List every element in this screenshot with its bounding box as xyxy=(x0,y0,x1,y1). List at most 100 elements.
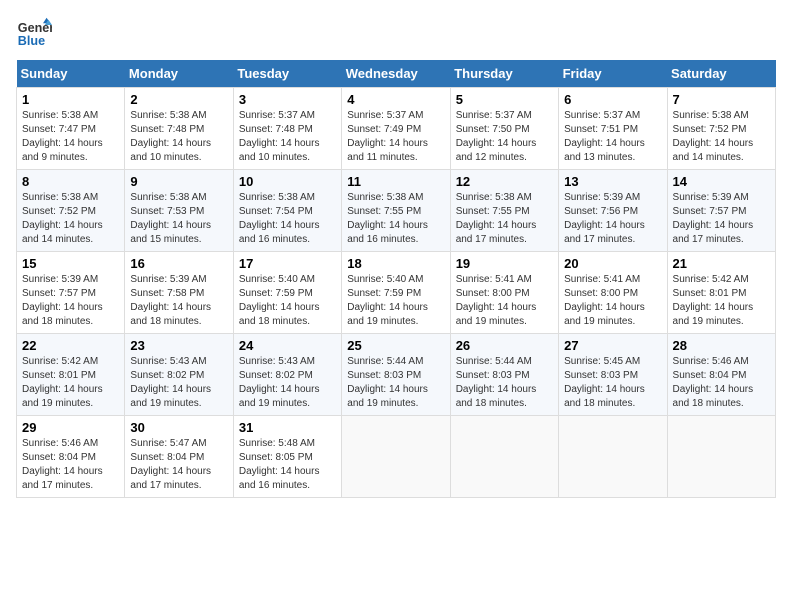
calendar-table: SundayMondayTuesdayWednesdayThursdayFrid… xyxy=(16,60,776,498)
calendar-cell xyxy=(667,416,775,498)
day-number: 2 xyxy=(130,92,227,107)
day-number: 18 xyxy=(347,256,444,271)
logo: General Blue xyxy=(16,16,52,52)
day-info: Sunrise: 5:39 AM Sunset: 7:56 PM Dayligh… xyxy=(564,191,661,247)
day-info: Sunrise: 5:41 AM Sunset: 8:00 PM Dayligh… xyxy=(564,273,661,329)
weekday-header: Thursday xyxy=(450,60,558,88)
day-info: Sunrise: 5:42 AM Sunset: 8:01 PM Dayligh… xyxy=(22,355,119,411)
day-info: Sunrise: 5:40 AM Sunset: 7:59 PM Dayligh… xyxy=(239,273,336,329)
day-number: 28 xyxy=(673,338,770,353)
calendar-cell: 20 Sunrise: 5:41 AM Sunset: 8:00 PM Dayli… xyxy=(559,252,667,334)
day-info: Sunrise: 5:46 AM Sunset: 8:04 PM Dayligh… xyxy=(22,437,119,493)
calendar-cell: 25Sunrise: 5:44 AM Sunset: 8:03 PM Dayli… xyxy=(342,334,450,416)
calendar-cell: 5 Sunrise: 5:37 AM Sunset: 7:50 PM Daylig… xyxy=(450,88,558,170)
day-info: Sunrise: 5:38 AM Sunset: 7:55 PM Dayligh… xyxy=(456,191,553,247)
day-number: 16 xyxy=(130,256,227,271)
day-number: 23 xyxy=(130,338,227,353)
weekday-header-row: SundayMondayTuesdayWednesdayThursdayFrid… xyxy=(17,60,776,88)
calendar-week-row: 1 Sunrise: 5:38 AM Sunset: 7:47 PM Daylig… xyxy=(17,88,776,170)
day-number: 25 xyxy=(347,338,444,353)
calendar-cell xyxy=(559,416,667,498)
weekday-header: Tuesday xyxy=(233,60,341,88)
day-number: 12 xyxy=(456,174,553,189)
day-number: 27 xyxy=(564,338,661,353)
day-number: 31 xyxy=(239,420,336,435)
day-number: 17 xyxy=(239,256,336,271)
day-number: 6 xyxy=(564,92,661,107)
day-info: Sunrise: 5:37 AM Sunset: 7:50 PM Dayligh… xyxy=(456,109,553,165)
calendar-cell: 31 Sunrise: 5:48 AM Sunset: 8:05 PM Dayli… xyxy=(233,416,341,498)
day-info: Sunrise: 5:42 AM Sunset: 8:01 PM Dayligh… xyxy=(673,273,770,329)
day-number: 3 xyxy=(239,92,336,107)
calendar-cell: 1 Sunrise: 5:38 AM Sunset: 7:47 PM Daylig… xyxy=(17,88,125,170)
logo-icon: General Blue xyxy=(16,16,52,52)
day-info: Sunrise: 5:44 AM Sunset: 8:03 PM Dayligh… xyxy=(456,355,553,411)
calendar-cell xyxy=(450,416,558,498)
calendar-cell: 11 Sunrise: 5:38 AM Sunset: 7:55 PM Dayli… xyxy=(342,170,450,252)
day-number: 13 xyxy=(564,174,661,189)
calendar-week-row: 22Sunrise: 5:42 AM Sunset: 8:01 PM Dayli… xyxy=(17,334,776,416)
weekday-header: Saturday xyxy=(667,60,775,88)
day-info: Sunrise: 5:46 AM Sunset: 8:04 PM Dayligh… xyxy=(673,355,770,411)
calendar-cell: 23 Sunrise: 5:43 AM Sunset: 8:02 PM Dayli… xyxy=(125,334,233,416)
day-info: Sunrise: 5:40 AM Sunset: 7:59 PM Dayligh… xyxy=(347,273,444,329)
calendar-week-row: 15 Sunrise: 5:39 AM Sunset: 7:57 PM Dayli… xyxy=(17,252,776,334)
day-number: 20 xyxy=(564,256,661,271)
calendar-cell: 29 Sunrise: 5:46 AM Sunset: 8:04 PM Dayli… xyxy=(17,416,125,498)
day-number: 9 xyxy=(130,174,227,189)
calendar-cell: 8 Sunrise: 5:38 AM Sunset: 7:52 PM Daylig… xyxy=(17,170,125,252)
calendar-cell: 2Sunrise: 5:38 AM Sunset: 7:48 PM Daylig… xyxy=(125,88,233,170)
day-number: 7 xyxy=(673,92,770,107)
day-number: 15 xyxy=(22,256,119,271)
calendar-cell: 15 Sunrise: 5:39 AM Sunset: 7:57 PM Dayli… xyxy=(17,252,125,334)
calendar-cell: 3Sunrise: 5:37 AM Sunset: 7:48 PM Daylig… xyxy=(233,88,341,170)
calendar-cell: 6 Sunrise: 5:37 AM Sunset: 7:51 PM Daylig… xyxy=(559,88,667,170)
day-info: Sunrise: 5:39 AM Sunset: 7:58 PM Dayligh… xyxy=(130,273,227,329)
weekday-header: Sunday xyxy=(17,60,125,88)
calendar-cell: 19 Sunrise: 5:41 AM Sunset: 8:00 PM Dayli… xyxy=(450,252,558,334)
calendar-cell: 18 Sunrise: 5:40 AM Sunset: 7:59 PM Dayli… xyxy=(342,252,450,334)
day-number: 10 xyxy=(239,174,336,189)
calendar-week-row: 29 Sunrise: 5:46 AM Sunset: 8:04 PM Dayli… xyxy=(17,416,776,498)
day-info: Sunrise: 5:38 AM Sunset: 7:53 PM Dayligh… xyxy=(130,191,227,247)
calendar-cell: 9 Sunrise: 5:38 AM Sunset: 7:53 PM Daylig… xyxy=(125,170,233,252)
day-info: Sunrise: 5:38 AM Sunset: 7:52 PM Dayligh… xyxy=(673,109,770,165)
calendar-cell: 12 Sunrise: 5:38 AM Sunset: 7:55 PM Dayli… xyxy=(450,170,558,252)
day-info: Sunrise: 5:47 AM Sunset: 8:04 PM Dayligh… xyxy=(130,437,227,493)
day-number: 29 xyxy=(22,420,119,435)
day-info: Sunrise: 5:43 AM Sunset: 8:02 PM Dayligh… xyxy=(130,355,227,411)
weekday-header: Wednesday xyxy=(342,60,450,88)
day-info: Sunrise: 5:48 AM Sunset: 8:05 PM Dayligh… xyxy=(239,437,336,493)
day-info: Sunrise: 5:38 AM Sunset: 7:52 PM Dayligh… xyxy=(22,191,119,247)
day-info: Sunrise: 5:38 AM Sunset: 7:47 PM Dayligh… xyxy=(22,109,119,165)
weekday-header: Friday xyxy=(559,60,667,88)
day-info: Sunrise: 5:38 AM Sunset: 7:55 PM Dayligh… xyxy=(347,191,444,247)
day-info: Sunrise: 5:43 AM Sunset: 8:02 PM Dayligh… xyxy=(239,355,336,411)
calendar-cell: 24 Sunrise: 5:43 AM Sunset: 8:02 PM Dayli… xyxy=(233,334,341,416)
day-number: 26 xyxy=(456,338,553,353)
day-number: 19 xyxy=(456,256,553,271)
day-number: 5 xyxy=(456,92,553,107)
calendar-cell: 4Sunrise: 5:37 AM Sunset: 7:49 PM Daylig… xyxy=(342,88,450,170)
day-info: Sunrise: 5:41 AM Sunset: 8:00 PM Dayligh… xyxy=(456,273,553,329)
day-number: 1 xyxy=(22,92,119,107)
day-number: 21 xyxy=(673,256,770,271)
day-info: Sunrise: 5:38 AM Sunset: 7:54 PM Dayligh… xyxy=(239,191,336,247)
calendar-cell: 22Sunrise: 5:42 AM Sunset: 8:01 PM Dayli… xyxy=(17,334,125,416)
calendar-cell: 16 Sunrise: 5:39 AM Sunset: 7:58 PM Dayli… xyxy=(125,252,233,334)
calendar-cell: 10 Sunrise: 5:38 AM Sunset: 7:54 PM Dayli… xyxy=(233,170,341,252)
day-info: Sunrise: 5:37 AM Sunset: 7:51 PM Dayligh… xyxy=(564,109,661,165)
calendar-cell: 21 Sunrise: 5:42 AM Sunset: 8:01 PM Dayli… xyxy=(667,252,775,334)
calendar-week-row: 8 Sunrise: 5:38 AM Sunset: 7:52 PM Daylig… xyxy=(17,170,776,252)
day-number: 30 xyxy=(130,420,227,435)
weekday-header: Monday xyxy=(125,60,233,88)
calendar-cell: 7 Sunrise: 5:38 AM Sunset: 7:52 PM Daylig… xyxy=(667,88,775,170)
day-number: 4 xyxy=(347,92,444,107)
day-info: Sunrise: 5:39 AM Sunset: 7:57 PM Dayligh… xyxy=(673,191,770,247)
page-header: General Blue xyxy=(16,16,776,52)
day-number: 8 xyxy=(22,174,119,189)
day-info: Sunrise: 5:39 AM Sunset: 7:57 PM Dayligh… xyxy=(22,273,119,329)
calendar-cell: 28 Sunrise: 5:46 AM Sunset: 8:04 PM Dayli… xyxy=(667,334,775,416)
day-number: 11 xyxy=(347,174,444,189)
day-number: 24 xyxy=(239,338,336,353)
